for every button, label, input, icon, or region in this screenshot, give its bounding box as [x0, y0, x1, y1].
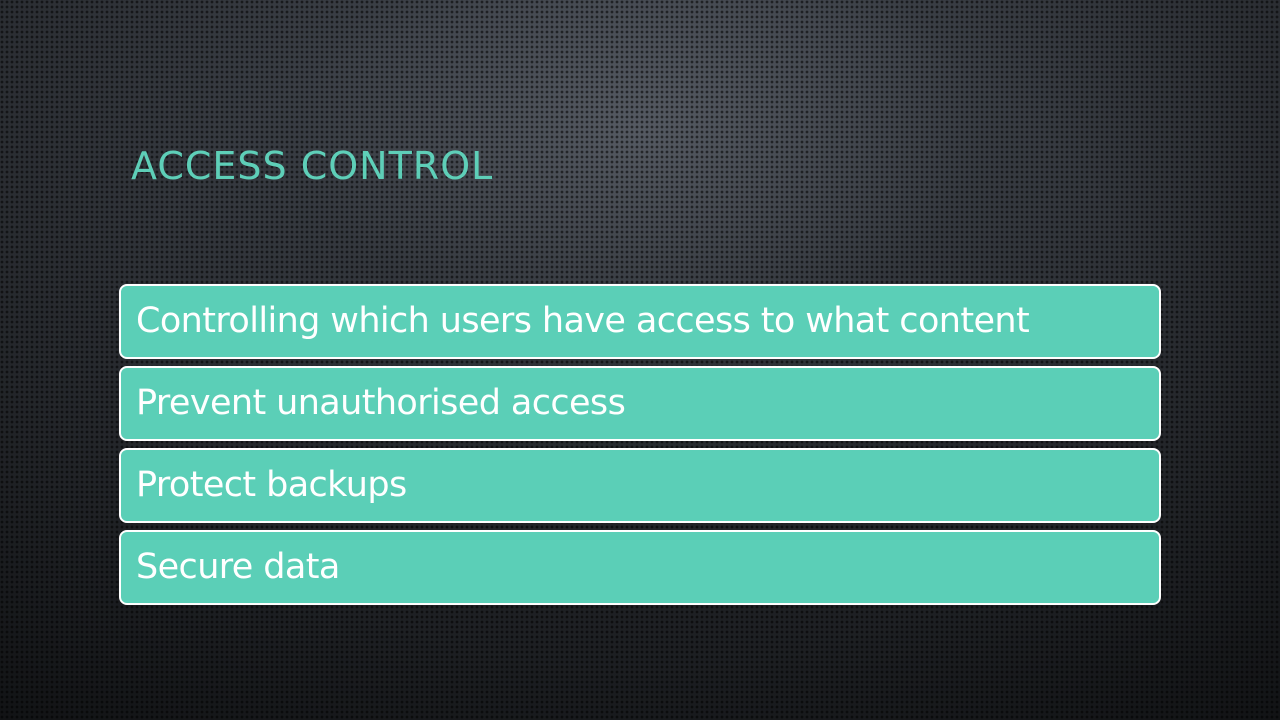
slide-title: ACCESS CONTROL [131, 144, 494, 188]
list-item: Controlling which users have access to w… [119, 284, 1161, 359]
list-item-text: Protect backups [136, 465, 407, 505]
bullet-list: Controlling which users have access to w… [119, 284, 1161, 612]
list-item: Protect backups [119, 448, 1161, 523]
slide: ACCESS CONTROL Controlling which users h… [0, 0, 1280, 720]
list-item: Prevent unauthorised access [119, 366, 1161, 441]
list-item-text: Prevent unauthorised access [136, 383, 626, 423]
list-item-text: Secure data [136, 547, 340, 587]
list-item-text: Controlling which users have access to w… [136, 301, 1030, 341]
list-item: Secure data [119, 530, 1161, 605]
